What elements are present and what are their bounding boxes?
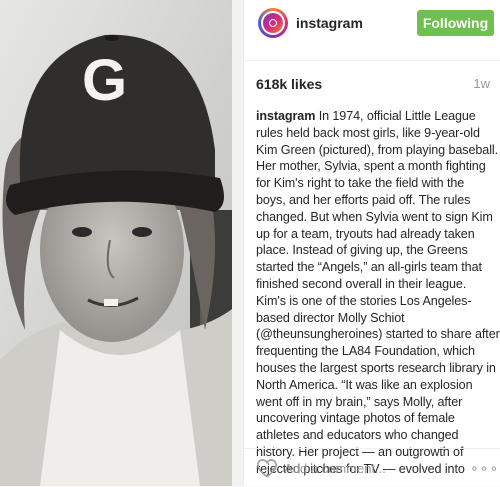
post-caption: instagram In 1974, official Little Leagu… [256,108,500,478]
caption-line: boys, and her efforts paid off. The rule… [256,192,471,207]
following-button[interactable]: Following [417,10,494,36]
post-timestamp[interactable]: 1w [473,76,490,91]
caption-line: frequenting the LA84 Foundation, which [256,344,475,359]
comment-bar: ∘∘∘ [244,448,500,487]
likes-count[interactable]: 618k likes [256,76,322,92]
caption-username[interactable]: instagram [256,109,315,123]
heart-icon[interactable] [256,458,278,478]
caption-line: Kim's is one of the stories Los Angeles- [256,293,472,308]
caption-line: houses the largest sports research libra… [256,360,496,375]
username-link[interactable]: instagram [296,15,363,31]
caption-line: rules held back most girls, like 9-year-… [256,125,480,140]
post-sidebar: instagram Following 618k likes 1w instag… [244,0,500,486]
caption-mention-line[interactable]: (@theunsungheroines) started to share af… [256,326,500,343]
caption-line: based director Molly Schiot [256,310,405,325]
caption-line: for Kim's right to take the field with t… [256,176,465,191]
post-header: instagram Following [244,0,500,61]
caption-line: up for a team, tryouts had already taken [256,226,475,241]
post-photo[interactable]: G [0,0,244,486]
caption-line: Her mother, Sylvia, spent a month fighti… [256,159,486,174]
caption-line: Kim Green (pictured), from playing baseb… [256,142,498,157]
more-options-icon[interactable]: ∘∘∘ [470,458,498,478]
caption-line: went off in my brain,” says Molly, after [256,394,463,409]
cap-letter-g: G [82,48,128,113]
caption-line: changed. But when Sylvia went to sign Ki… [256,209,493,224]
caption-line: North America. “It was like an explosion [256,377,473,392]
comment-input[interactable] [284,458,464,478]
avatar [263,13,283,33]
caption-line: uncovering vintage photos of female [256,411,455,426]
caption-line: athletes and educators who changed [256,428,459,443]
instagram-logo-icon[interactable] [258,8,288,38]
post-card: G instagram Following 618k likes 1w inst… [0,0,500,486]
caption-line: instagram In 1974, official Little Leagu… [256,108,500,125]
caption-text: In 1974, official Little League [318,109,476,123]
caption-line: finished second overall in their league. [256,276,467,291]
caption-line: started the “Angels,” an all-girls team … [256,260,482,275]
avatar-inner [261,11,285,35]
caption-line: place. Instead of giving up, the Greens [256,243,468,258]
